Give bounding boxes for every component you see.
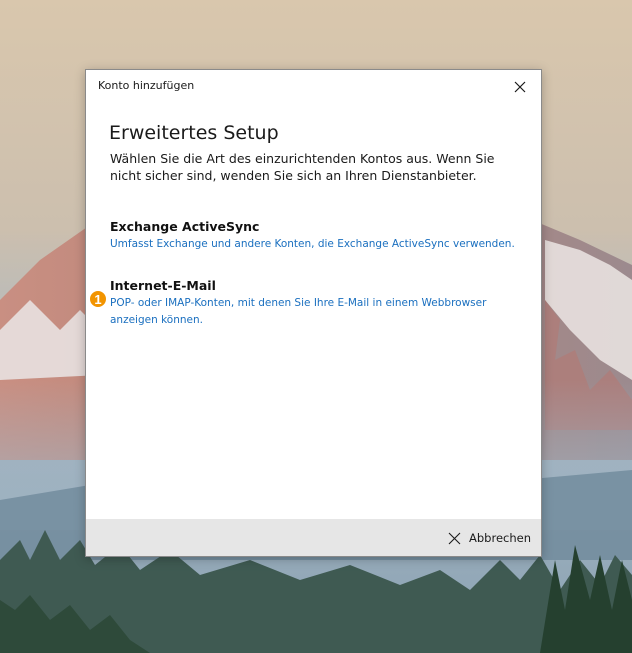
option-exchange-activesync[interactable]: Exchange ActiveSync Umfasst Exchange und… xyxy=(110,219,525,253)
dialog-footer: Abbrechen xyxy=(86,519,541,556)
close-button[interactable] xyxy=(507,74,533,100)
cancel-icon xyxy=(448,532,461,544)
annotation-badge: 1 xyxy=(89,290,107,308)
option-internet-email[interactable]: Internet-E-Mail POP- oder IMAP-Konten, m… xyxy=(110,278,525,329)
page-title: Erweitertes Setup xyxy=(109,122,279,144)
setup-description: Wählen Sie die Art des einzurichtenden K… xyxy=(110,151,495,183)
add-account-dialog: Konto hinzufügen Erweitertes Setup Wähle… xyxy=(85,69,542,557)
cancel-button[interactable]: Abbrechen xyxy=(448,528,531,548)
close-icon xyxy=(514,81,526,93)
dialog-title: Konto hinzufügen xyxy=(98,79,195,92)
option-title: Exchange ActiveSync xyxy=(110,219,260,234)
option-title: Internet-E-Mail xyxy=(110,278,216,293)
cancel-label: Abbrechen xyxy=(469,531,531,545)
option-subtitle: Umfasst Exchange und andere Konten, die … xyxy=(110,238,515,250)
option-subtitle: POP- oder IMAP-Konten, mit denen Sie Ihr… xyxy=(110,297,487,326)
dialog-titlebar: Konto hinzufügen xyxy=(86,70,541,102)
